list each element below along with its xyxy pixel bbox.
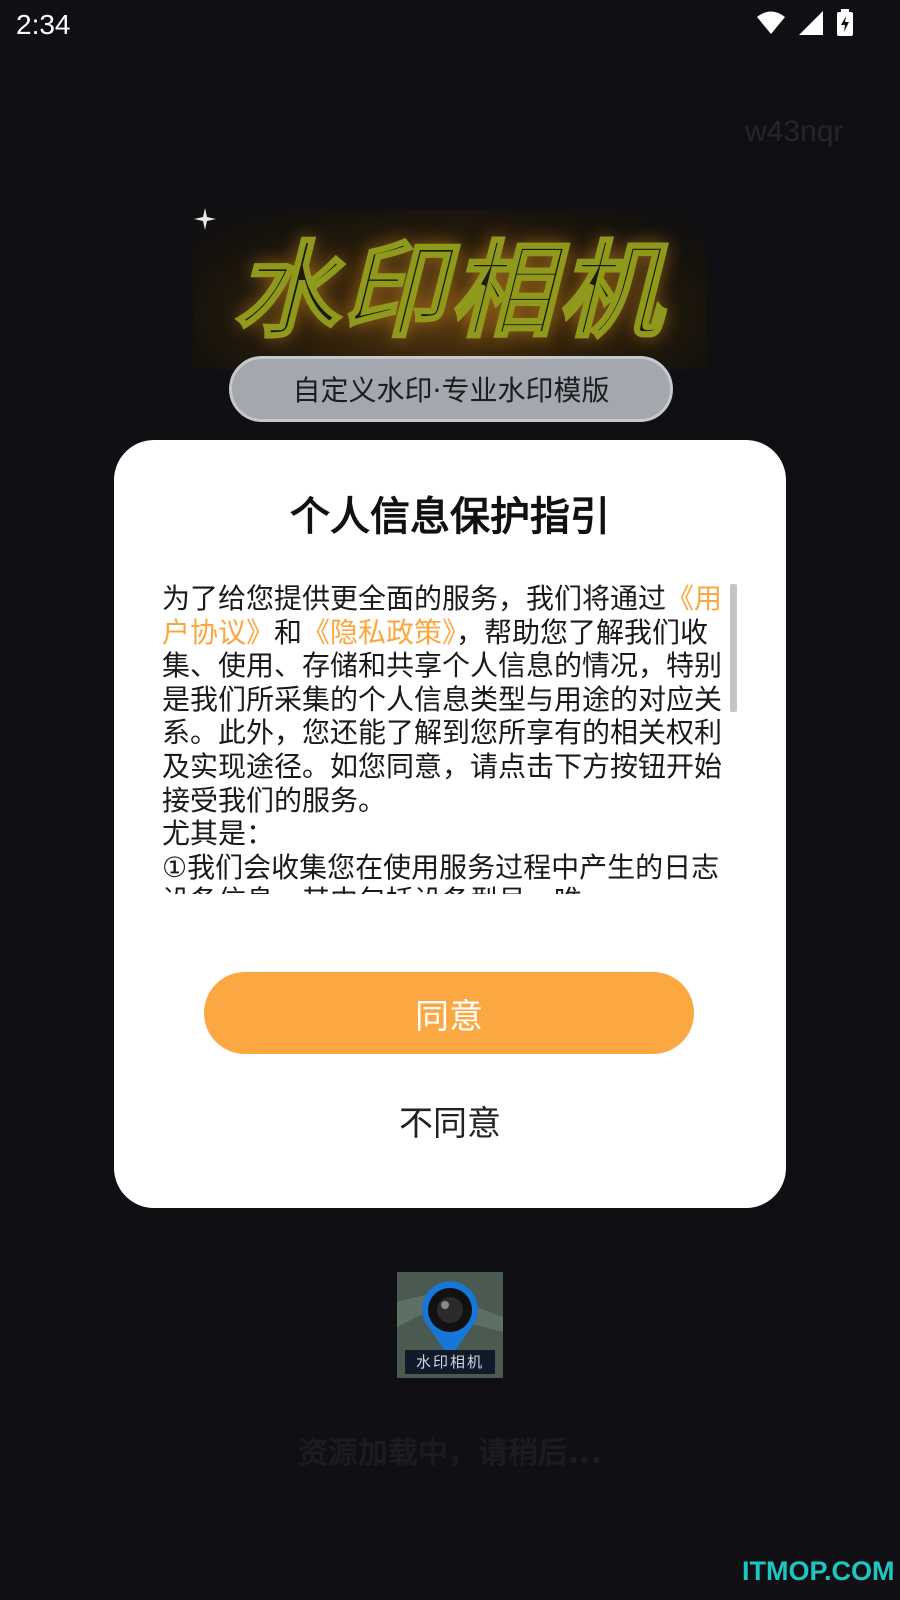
app-logo-label: 水印相机	[405, 1350, 495, 1374]
hero-title: 水印相机	[232, 228, 666, 353]
hero-banner: 水印相机	[193, 210, 707, 370]
battery-charging-icon	[836, 9, 854, 41]
watermark-code: w43nqr	[745, 115, 844, 148]
wifi-icon	[756, 10, 786, 40]
status-icons	[756, 9, 854, 41]
dialog-scrollbar[interactable]	[730, 584, 737, 712]
intro-prefix: 为了给您提供更全面的服务，我们将通过	[162, 582, 667, 615]
status-bar: 2:34	[0, 0, 900, 50]
privacy-policy-link[interactable]: 《隐私政策》	[302, 616, 456, 649]
status-time: 2:34	[16, 9, 71, 40]
signal-icon	[798, 10, 824, 40]
dialog-body[interactable]: 为了给您提供更全面的服务，我们将通过《用户协议》和《隐私政策》，帮助您了解我们收…	[162, 582, 728, 894]
especially-heading: 尤其是：	[162, 817, 275, 851]
loading-text: 资源加载中，请稍后...	[297, 1436, 603, 1471]
app-logo: 水印相机	[397, 1272, 503, 1378]
corner-watermark: ITMOP.COM	[742, 1556, 895, 1586]
policy-item-1: ①我们会收集您在使用服务过程中产生的日志设备信息，其中包括设备型号、唯	[162, 850, 720, 894]
hero-subtitle-pill: 自定义水印·专业水印模版	[229, 356, 673, 422]
dialog-intro: 为了给您提供更全面的服务，我们将通过《用户协议》和《隐私政策》，帮助您了解我们收…	[162, 582, 728, 817]
intro-conjunction: 和	[274, 615, 303, 649]
privacy-dialog: 个人信息保护指引 为了给您提供更全面的服务，我们将通过《用户协议》和《隐私政策》…	[114, 440, 786, 1208]
sparkle-icon	[194, 208, 216, 234]
disagree-button[interactable]: 不同意	[314, 1092, 586, 1148]
dialog-title: 个人信息保护指引	[290, 494, 610, 540]
agree-button[interactable]: 同意	[204, 972, 694, 1054]
